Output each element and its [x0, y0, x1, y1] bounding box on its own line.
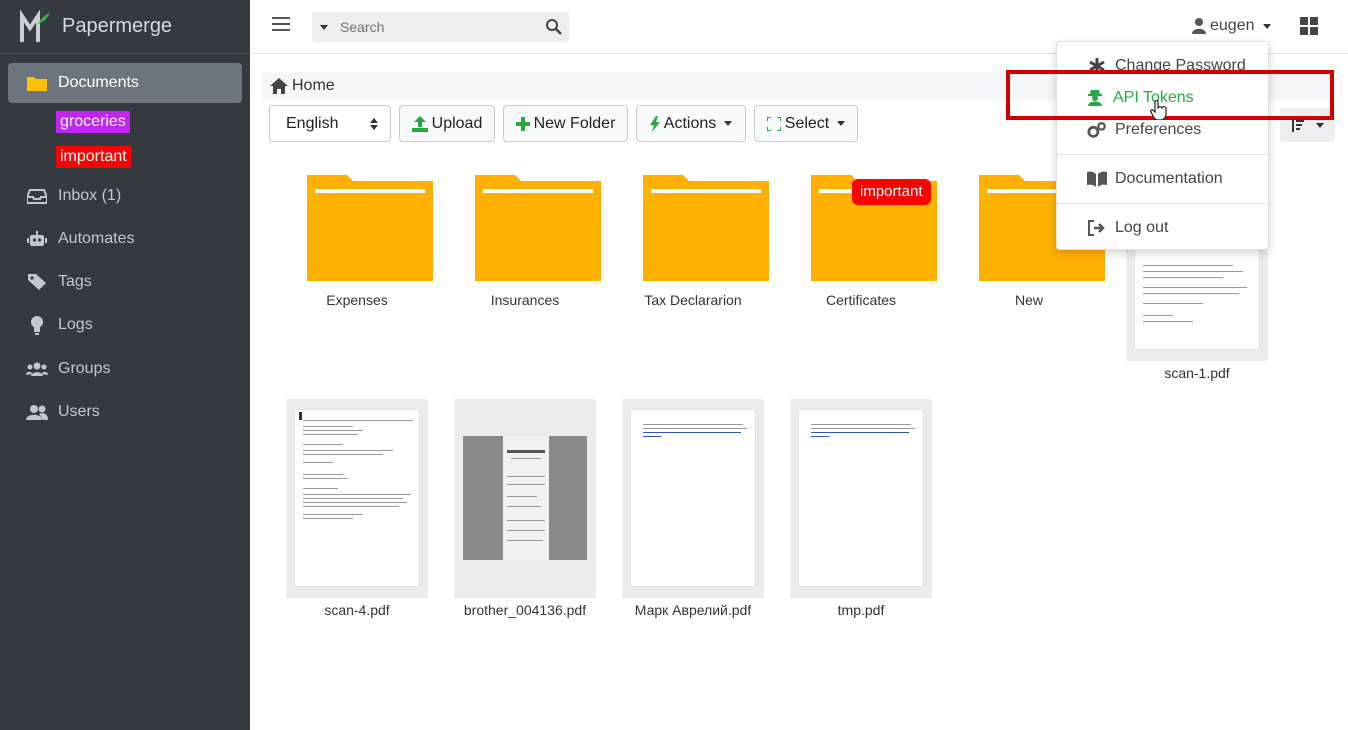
expand-select-icon	[766, 116, 781, 131]
user-friends-icon	[26, 402, 48, 422]
user-name: eugen	[1210, 17, 1255, 34]
sidebar-item-label: Tags	[58, 273, 92, 290]
language-value: English	[286, 114, 339, 132]
folder-name: Expenses	[326, 292, 388, 308]
sidebar-item-groups[interactable]: Groups	[8, 349, 242, 389]
sidebar-tag-groceries[interactable]: groceries	[56, 111, 130, 133]
sidebar-tag-important[interactable]: important	[56, 146, 131, 168]
new-folder-label: New Folder	[533, 114, 616, 132]
document-item[interactable]: Марк Аврелий.pdf	[618, 399, 768, 629]
search-bar	[312, 12, 569, 42]
document-name: Марк Аврелий.pdf	[634, 602, 752, 618]
folder-icon	[643, 175, 769, 281]
menu-toggle-icon[interactable]	[272, 17, 290, 35]
menu-item-label: Preferences	[1115, 121, 1202, 138]
document-thumbnail	[622, 399, 764, 598]
robot-icon	[26, 229, 48, 249]
menu-divider	[1057, 203, 1268, 204]
folder-tag-important: important	[852, 179, 931, 205]
hand-cursor-icon	[1150, 100, 1167, 120]
document-name: scan-1.pdf	[1164, 365, 1230, 381]
document-item[interactable]: brother_004136.pdf	[450, 399, 600, 629]
book-icon	[1087, 171, 1107, 187]
folder-icon	[307, 175, 433, 281]
document-thumbnail	[790, 399, 932, 598]
breadcrumb-home[interactable]: Home	[292, 77, 335, 95]
sidebar: Papermerge Documents groceries important…	[0, 0, 250, 730]
sign-out-icon	[1087, 220, 1107, 236]
sidebar-item-label: Automates	[58, 230, 135, 247]
document-item[interactable]: scan-4.pdf	[282, 399, 432, 629]
sidebar-item-automates[interactable]: Automates	[8, 219, 242, 259]
folder-icon	[475, 175, 601, 281]
search-icon[interactable]	[545, 18, 563, 36]
folder-name: Tax Declararion	[644, 292, 742, 308]
caret-down-icon	[724, 121, 733, 126]
sidebar-item-label: Users	[58, 403, 100, 420]
menu-divider	[1057, 154, 1268, 155]
user-icon	[1192, 18, 1206, 34]
brand[interactable]: Papermerge	[0, 0, 250, 54]
caret-down-icon	[1315, 122, 1324, 128]
upload-icon	[411, 115, 428, 132]
new-folder-button[interactable]: New Folder	[503, 105, 628, 142]
sidebar-item-users[interactable]: Users	[8, 392, 242, 432]
sidebar-item-label: Inbox (1)	[58, 187, 122, 204]
document-name: scan-4.pdf	[324, 602, 390, 618]
select-label: Select	[784, 114, 830, 132]
folder-name: Insurances	[490, 292, 560, 308]
tag-icon	[26, 272, 48, 292]
sidebar-item-logs[interactable]: Logs	[8, 305, 242, 345]
bolt-icon	[649, 115, 660, 132]
document-name: tmp.pdf	[837, 602, 885, 618]
inbox-icon	[26, 186, 48, 206]
highlight-annotation	[1006, 70, 1334, 120]
folder-icon	[26, 73, 48, 93]
apps-grid-icon[interactable]	[1300, 17, 1318, 35]
sidebar-item-label: Groups	[58, 360, 111, 377]
document-name: brother_004136.pdf	[463, 602, 587, 618]
papermerge-logo-icon	[20, 9, 50, 42]
folder-item[interactable]: Tax Declararion	[619, 170, 769, 320]
menu-item-logout[interactable]: Log out	[1057, 212, 1268, 244]
sidebar-item-tags[interactable]: Tags	[8, 262, 242, 302]
folder-item[interactable]: Insurances	[451, 170, 601, 320]
upload-label: Upload	[431, 114, 483, 132]
gears-icon	[1087, 121, 1107, 139]
app-name: Papermerge	[62, 15, 173, 37]
caret-down-icon	[1262, 23, 1271, 29]
folder-name: Certificates	[825, 292, 897, 308]
sidebar-item-inbox[interactable]: Inbox (1)	[8, 176, 242, 216]
user-menu-toggle[interactable]: eugen	[1192, 14, 1271, 38]
sidebar-item-label: Documents	[58, 74, 139, 91]
select-dropdown[interactable]: Select	[754, 105, 858, 142]
menu-item-label: Log out	[1115, 219, 1169, 236]
plus-icon	[515, 116, 530, 131]
menu-item-label: Documentation	[1115, 170, 1223, 187]
actions-dropdown[interactable]: Actions	[636, 105, 746, 142]
users-group-icon	[26, 359, 48, 379]
menu-item-documentation[interactable]: Documentation	[1057, 163, 1268, 195]
language-select[interactable]: English	[269, 105, 391, 142]
folder-item[interactable]: Expenses	[283, 170, 433, 320]
document-item[interactable]: tmp.pdf	[786, 399, 936, 629]
document-thumbnail	[454, 399, 596, 598]
document-thumbnail	[286, 399, 428, 598]
caret-down-icon	[837, 121, 846, 126]
sidebar-item-label: Logs	[58, 316, 93, 333]
actions-label: Actions	[663, 114, 717, 132]
lightbulb-icon	[26, 315, 48, 335]
folder-name: New	[1014, 292, 1043, 308]
select-arrows-icon	[370, 117, 378, 130]
search-options-dropdown[interactable]	[312, 12, 336, 42]
sort-icon	[1291, 118, 1304, 132]
search-input[interactable]	[340, 12, 538, 42]
upload-button[interactable]: Upload	[399, 105, 495, 142]
caret-down-icon	[320, 24, 328, 30]
sidebar-item-documents[interactable]: Documents	[8, 63, 242, 103]
home-icon	[270, 78, 288, 94]
